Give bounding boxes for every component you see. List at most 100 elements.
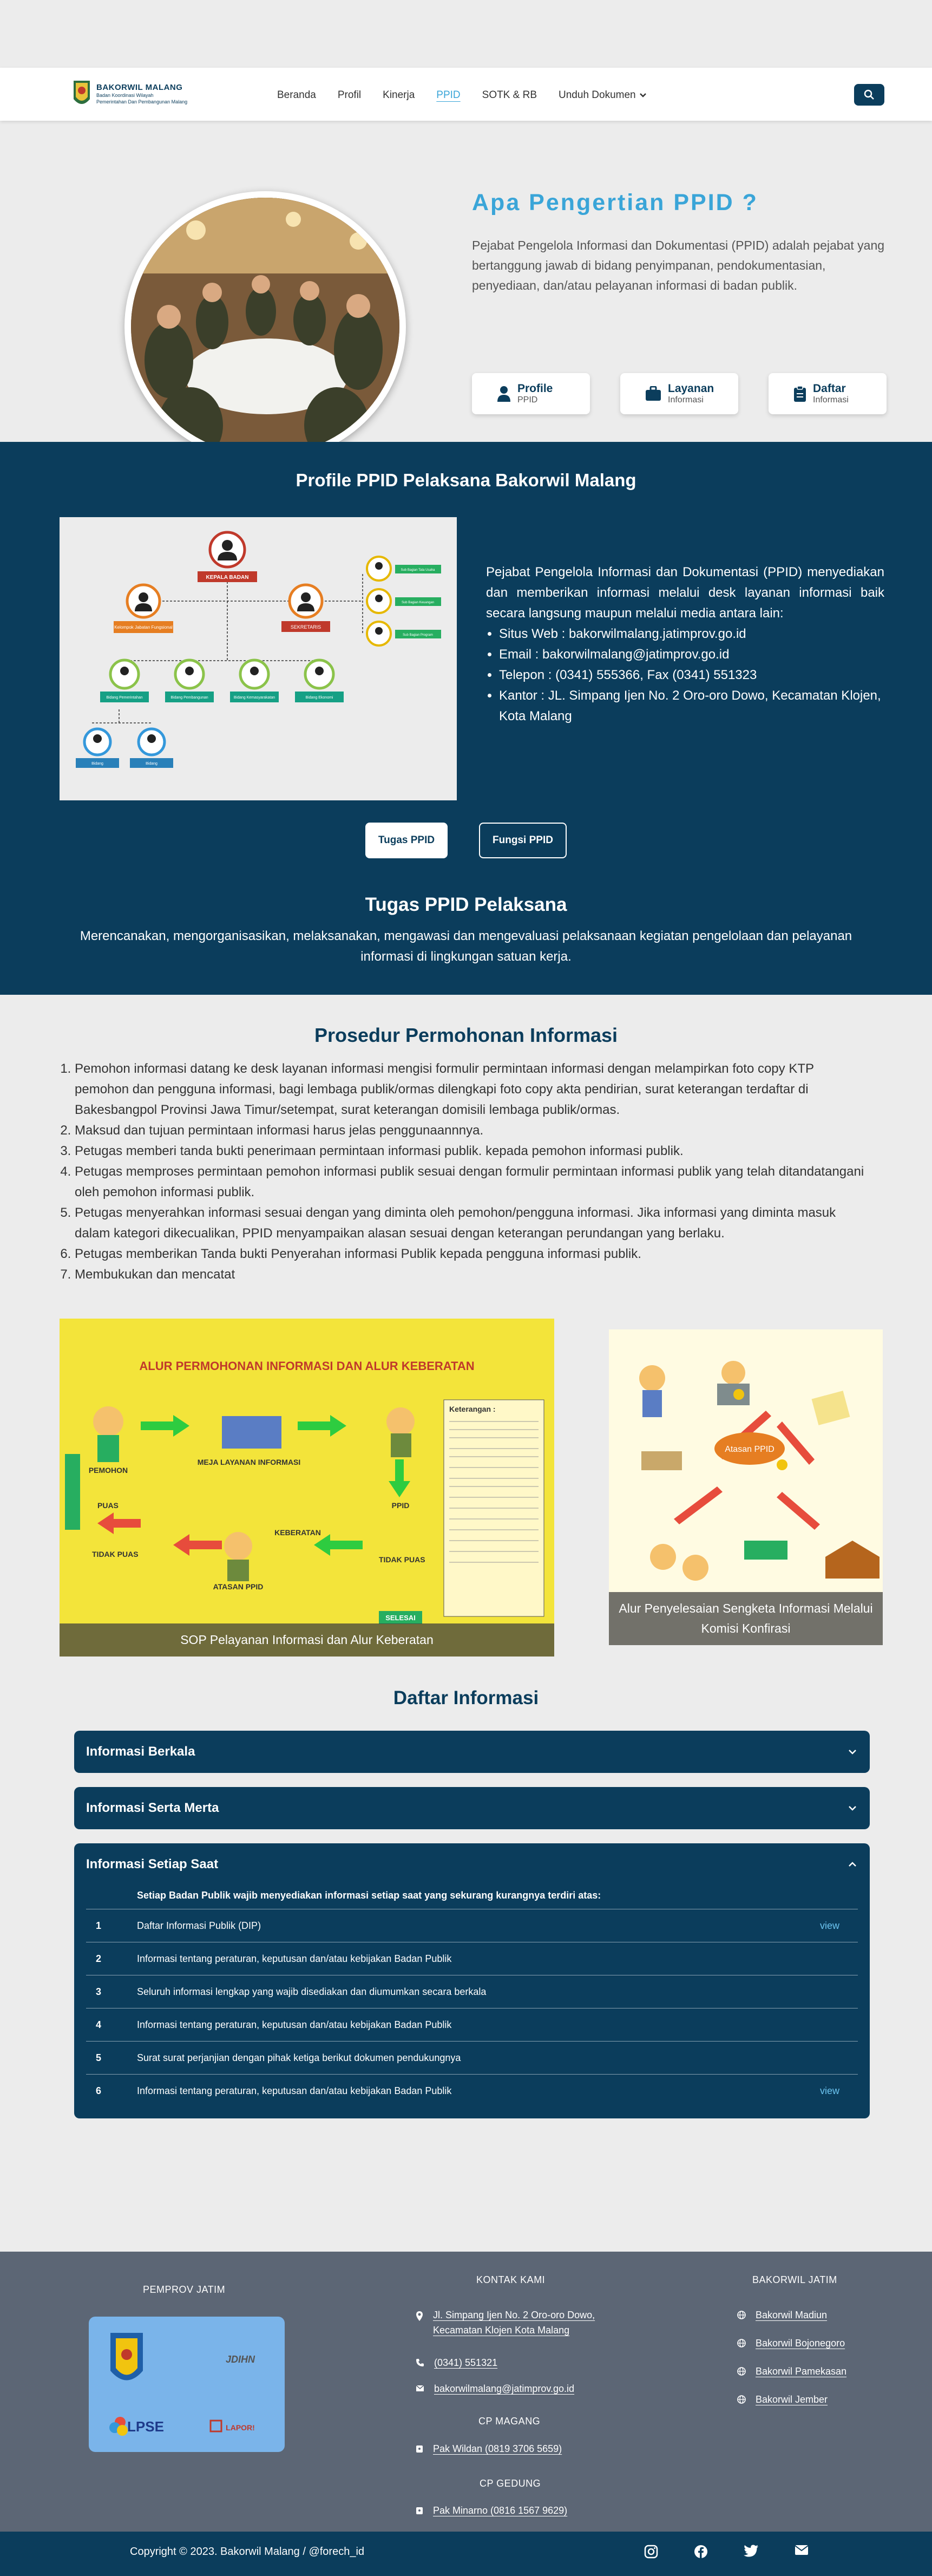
flow-label: TIDAK PUAS [92, 1550, 139, 1558]
table-row: 1 Daftar Informasi Publik (DIP) view [86, 1909, 858, 1942]
nav-ppid[interactable]: PPID [436, 89, 460, 101]
jdihn-logo[interactable]: JDIHN [226, 2354, 255, 2365]
id-badge-icon [416, 2507, 423, 2514]
accordion-setiap-saat: Informasi Setiap Saat Setiap Badan Publi… [74, 1843, 870, 2118]
nav-profil[interactable]: Profil [338, 89, 361, 101]
prosedur-title: Prosedur Permohonan Informasi [314, 1024, 618, 1046]
cp-gedung-text[interactable]: Pak Minarno (0816 1567 9629) [433, 2503, 567, 2518]
fungsi-ppid-tab[interactable]: Fungsi PPID [479, 823, 567, 858]
ppid-tabs: Tugas PPID Fungsi PPID [0, 823, 932, 858]
bakorwil-link[interactable]: Bakorwil Bojonegoro [756, 2336, 845, 2351]
nav-sotk[interactable]: SOTK & RB [482, 89, 537, 101]
jatim-logo[interactable] [110, 2333, 143, 2381]
main-nav: Beranda Profil Kinerja PPID SOTK & RB Un… [277, 89, 668, 101]
layanan-informasi-card[interactable]: Layanan Informasi [620, 373, 738, 414]
nav-kinerja[interactable]: Kinerja [383, 89, 415, 101]
accordion-intro: Setiap Badan Publik wajib menyediakan in… [86, 1886, 858, 1909]
prosedur-step: Maksud dan tujuan permintaan informasi h… [75, 1120, 871, 1141]
hero-photo [124, 191, 406, 462]
instagram-icon[interactable] [644, 2545, 658, 2559]
prosedur-section: Prosedur Permohonan Informasi Pemohon in… [0, 995, 932, 1685]
nav-unduh-dokumen[interactable]: Unduh Dokumen [559, 89, 647, 101]
chevron-down-icon [849, 1806, 856, 1811]
footer-cp-gedung: Pak Minarno (0816 1567 9629) [416, 2503, 567, 2518]
accordion-header[interactable]: Informasi Setiap Saat [74, 1843, 870, 1886]
accordion-berkala[interactable]: Informasi Berkala [74, 1731, 870, 1773]
sop-flowchart-image[interactable]: ALUR PERMOHONAN INFORMASI DAN ALUR KEBER… [60, 1319, 554, 1657]
view-link[interactable]: view [820, 2085, 858, 2097]
row-text: Informasi tentang peraturan, keputusan d… [137, 2019, 452, 2030]
nav-beranda[interactable]: Beranda [277, 89, 316, 101]
navbar: BAKORWIL MALANG Badan Koordinasi Wilayah… [0, 68, 932, 121]
chevron-down-icon [849, 1750, 856, 1755]
email-icon[interactable] [795, 2545, 809, 2555]
facebook-icon[interactable] [694, 2545, 708, 2559]
row-number: 2 [96, 1953, 102, 1964]
globe-icon [737, 2311, 746, 2319]
hero-title: Apa Pengertian PPID ? [472, 190, 758, 216]
table-row: 5 Surat surat perjanjian dengan pihak ket… [86, 2042, 858, 2075]
bakorwil-link[interactable]: Bakorwil Pamekasan [756, 2364, 846, 2379]
contact-email: Email : bakorwilmalang@jatimprov.go.id [499, 644, 884, 665]
row-text: Surat surat perjanjian dengan pihak keti… [137, 2052, 461, 2063]
lpse-logo[interactable]: LPSE [127, 2418, 164, 2435]
email-text[interactable]: bakorwilmalang@jatimprov.go.id [434, 2381, 574, 2396]
card-sub: Informasi [813, 395, 849, 405]
footer-email: bakorwilmalang@jatimprov.go.id [416, 2381, 574, 2396]
org-right-label: Sub Bagian Keuangan [402, 601, 434, 604]
twitter-icon[interactable] [744, 2545, 759, 2558]
org-right-label: Sub Bagian Program [403, 634, 433, 637]
footer-link-jember: Bakorwil Jember [737, 2392, 828, 2407]
cp-magang-text[interactable]: Pak Wildan (0819 3706 5659) [433, 2441, 562, 2456]
map-pin-icon [416, 2311, 423, 2321]
brand-line3: Pemerintahan Dan Pembangunan Malang [96, 99, 188, 105]
row-number: 6 [96, 2085, 102, 2096]
contact-phone: Telepon : (0341) 555366, Fax (0341) 5513… [499, 665, 884, 686]
globe-icon [737, 2367, 746, 2376]
row-text: Informasi tentang peraturan, keputusan d… [137, 1953, 452, 1964]
org-row3-label: Bidang Kemasyarakatan [234, 696, 275, 700]
org-right-label: Sub Bagian Tata Usaha [401, 569, 436, 572]
profile-section: Profile PPID Pelaksana Bakorwil Malang K… [0, 442, 932, 995]
contact-list: Situs Web : bakorwilmalang.jatimprov.go.… [499, 624, 884, 727]
card-sub: Informasi [668, 395, 704, 405]
chevron-down-icon [639, 93, 646, 97]
social-links [644, 2545, 809, 2559]
cp-gedung-title: CP GEDUNG [480, 2478, 541, 2489]
search-button[interactable] [854, 84, 884, 106]
partner-logos: JDIHN LPSE LAPOR! [89, 2317, 285, 2452]
profile-ppid-card[interactable]: Profile PPID [472, 373, 590, 414]
row-number: 3 [96, 1986, 102, 1997]
keterangan-label: Keterangan : [449, 1405, 496, 1413]
flowchart-heading: ALUR PERMOHONAN INFORMASI DAN ALUR KEBER… [139, 1359, 474, 1373]
prosedur-step: Membukukan dan mencatat [75, 1264, 871, 1285]
bakorwil-link[interactable]: Bakorwil Jember [756, 2392, 828, 2407]
sop-caption: SOP Pelayanan Informasi dan Alur Keberat… [60, 1623, 554, 1657]
chevron-up-icon [849, 1862, 856, 1867]
org-row4-label: Bidang [91, 762, 103, 766]
profile-text: Pejabat Pengelola Informasi dan Dokument… [486, 562, 884, 727]
bakorwil-link[interactable]: Bakorwil Madiun [756, 2307, 827, 2323]
sengketa-flowchart-image[interactable]: Atasan PPID Alur Penyelesaian Sengketa I… [609, 1329, 883, 1645]
accordion-title: Informasi Serta Merta [86, 1801, 219, 1815]
table-row: 4 Informasi tentang peraturan, keputusan … [86, 2008, 858, 2042]
org-top-label: KEPALA BADAN [206, 575, 249, 581]
card-title: Profile [517, 382, 553, 395]
phone-text[interactable]: (0341) 551321 [434, 2355, 497, 2370]
prosedur-step: Petugas memberikan Tanda bukti Penyeraha… [75, 1244, 871, 1264]
brand[interactable]: BAKORWIL MALANG Badan Koordinasi Wilayah… [71, 79, 187, 109]
view-link[interactable]: view [820, 1920, 858, 1932]
daftar-informasi-card[interactable]: Daftar Informasi [769, 373, 887, 414]
table-row: 3 Seluruh informasi lengkap yang wajib di… [86, 1975, 858, 2008]
accordion-serta-merta[interactable]: Informasi Serta Merta [74, 1787, 870, 1829]
hero-description: Pejabat Pengelola Informasi dan Dokument… [472, 238, 885, 292]
brand-name: BAKORWIL MALANG [96, 82, 183, 92]
tugas-title: Tugas PPID Pelaksana [365, 894, 567, 915]
lapor-logo[interactable]: LAPOR! [226, 2423, 255, 2432]
card-sub: PPID [517, 395, 538, 405]
tugas-ppid-tab[interactable]: Tugas PPID [365, 823, 448, 858]
address-text[interactable]: Jl. Simpang Ijen No. 2 Oro-oro Dowo, Kec… [433, 2307, 611, 2338]
email-icon [416, 2385, 424, 2391]
daftar-informasi-section: Daftar Informasi Informasi Berkala Infor… [0, 1685, 932, 2252]
nav-unduh-label: Unduh Dokumen [559, 89, 636, 101]
